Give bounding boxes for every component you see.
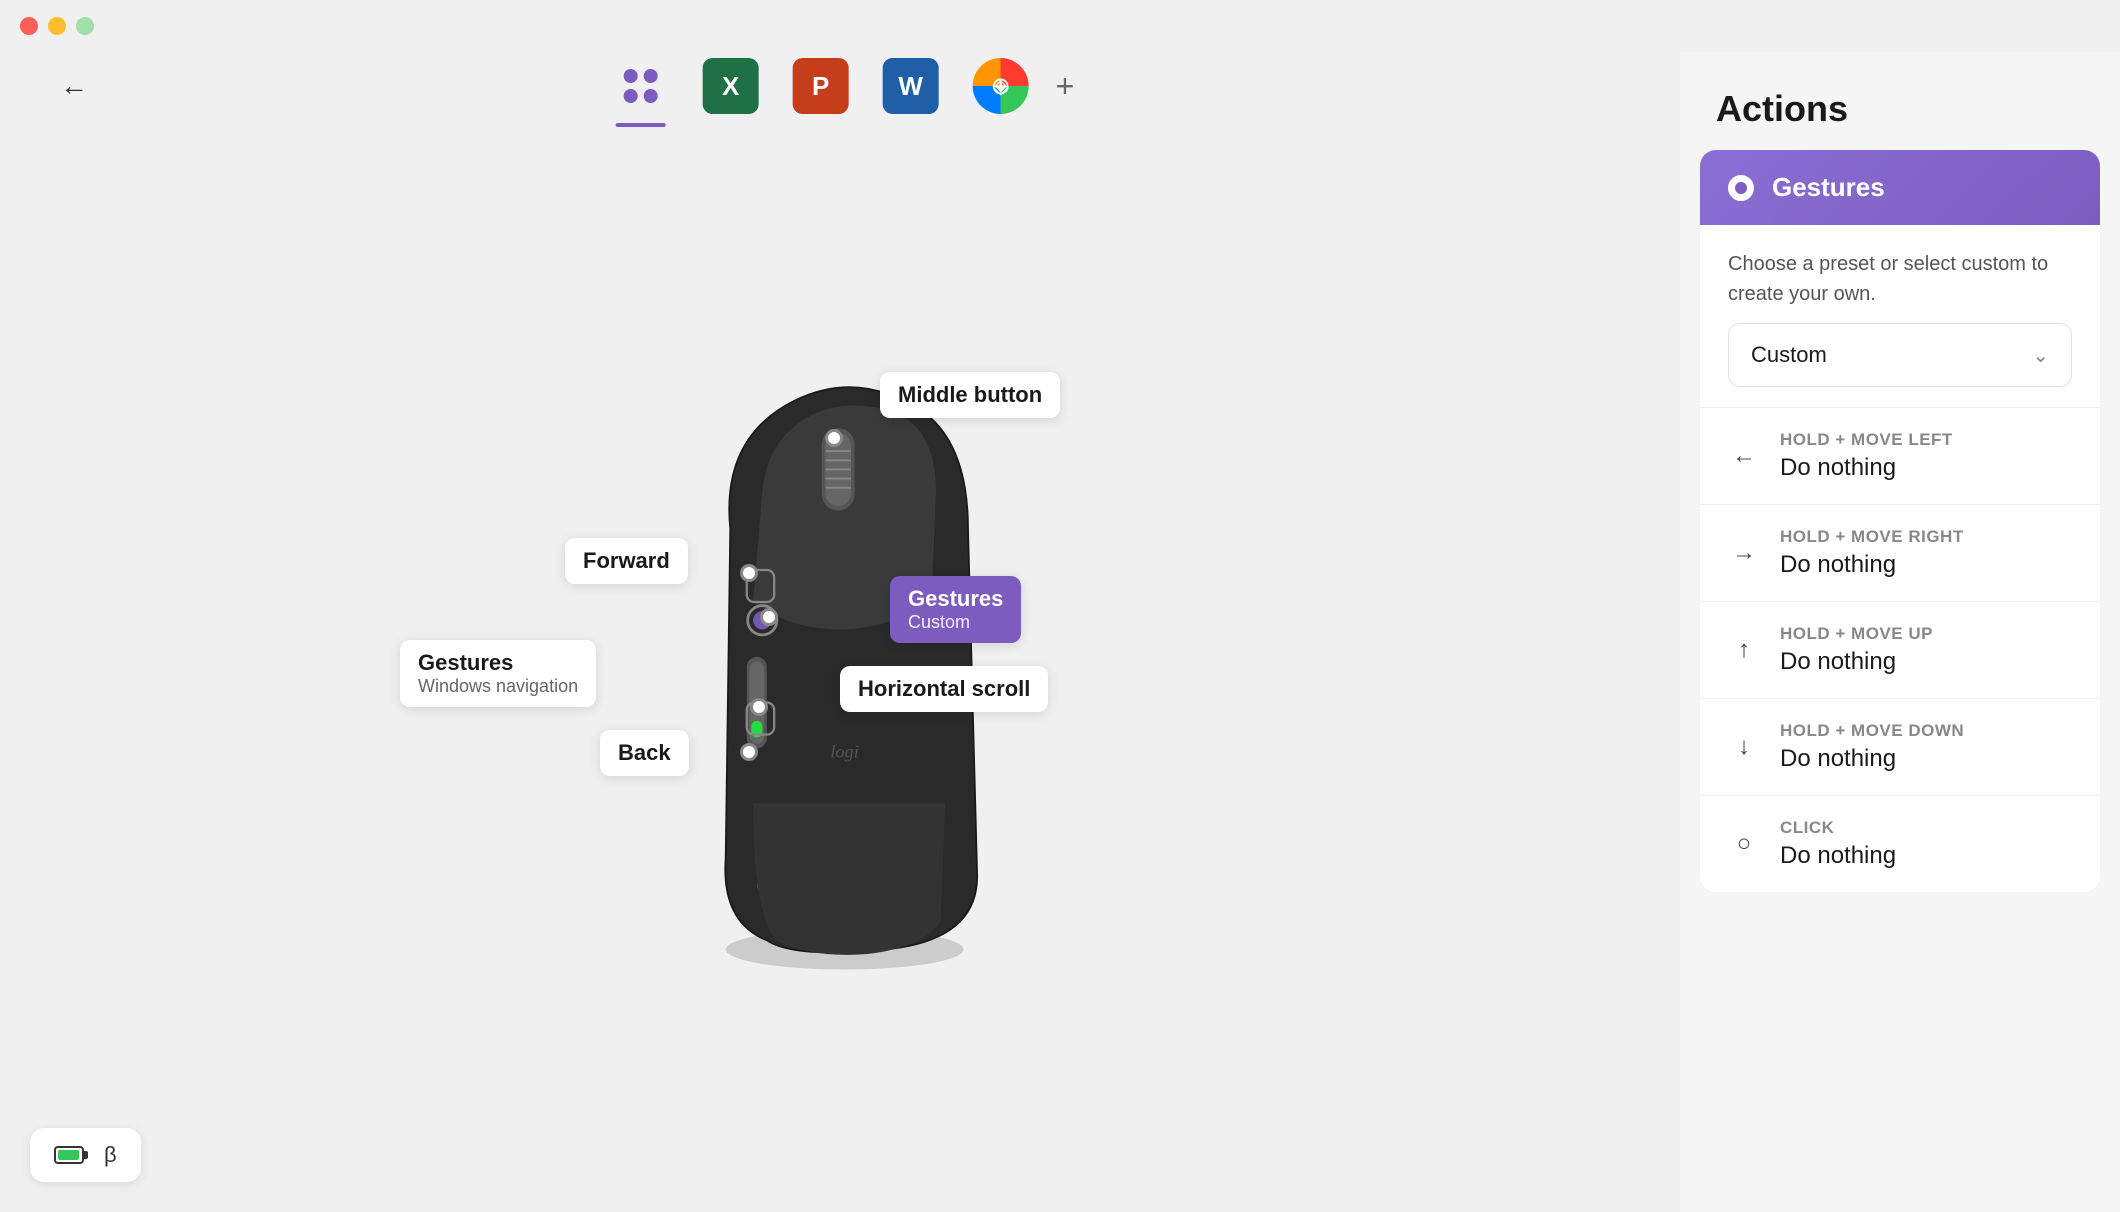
left-panel: ← X P W: [0, 52, 1680, 1212]
powerpoint-icon: P: [793, 58, 849, 114]
mouse-area: logi Middle button: [0, 120, 1680, 1212]
preset-value: Custom: [1751, 342, 1827, 368]
action-text-hold-move-right: HOLD + MOVE RIGHT Do nothing: [1780, 527, 2072, 579]
svg-text:logi: logi: [830, 741, 858, 761]
action-items-list: ← HOLD + MOVE LEFT Do nothing → HOLD + M…: [1700, 407, 2100, 892]
forward-tooltip[interactable]: Forward: [565, 538, 688, 584]
actions-content: Gestures Choose a preset or select custo…: [1680, 150, 2120, 1212]
action-item-hold-move-left[interactable]: ← HOLD + MOVE LEFT Do nothing: [1700, 407, 2100, 504]
action-text-hold-move-down: HOLD + MOVE DOWN Do nothing: [1780, 721, 2072, 773]
action-label-hold-move-down: HOLD + MOVE DOWN: [1780, 721, 2072, 741]
action-icon-hold-move-right: →: [1728, 539, 1760, 567]
action-text-click: CLICK Do nothing: [1780, 818, 2072, 870]
action-item-hold-move-down[interactable]: ↓ HOLD + MOVE DOWN Do nothing: [1700, 698, 2100, 795]
tab-all-apps[interactable]: [606, 52, 676, 121]
bluetooth-icon: β: [104, 1142, 117, 1168]
gestures-radio-inner: [1735, 182, 1747, 194]
gestures-radio[interactable]: [1728, 175, 1754, 201]
action-item-hold-move-right[interactable]: → HOLD + MOVE RIGHT Do nothing: [1700, 504, 2100, 601]
back-connector: [740, 743, 758, 761]
tab-word[interactable]: W: [876, 52, 946, 121]
action-icon-hold-move-down: ↓: [1728, 733, 1760, 761]
horizontal-scroll-tooltip[interactable]: Horizontal scroll: [840, 666, 1048, 712]
safari-icon: ⊕: [973, 58, 1029, 114]
action-value-hold-move-right: Do nothing: [1780, 551, 2072, 579]
add-app-button[interactable]: +: [1056, 68, 1075, 105]
horizontal-scroll-connector: [750, 698, 768, 716]
right-panel: Actions Gestures Choose a preset or sele…: [1680, 52, 2120, 1212]
forward-connector: [740, 564, 758, 582]
action-item-click[interactable]: ○ CLICK Do nothing: [1700, 795, 2100, 892]
action-text-hold-move-up: HOLD + MOVE UP Do nothing: [1780, 624, 2072, 676]
back-button[interactable]: ←: [60, 72, 88, 100]
tab-excel[interactable]: X: [696, 52, 766, 121]
battery-fill: [58, 1150, 79, 1160]
action-label-hold-move-right: HOLD + MOVE RIGHT: [1780, 527, 2072, 547]
nav-tabs: X P W ⊕ +: [606, 52, 1075, 121]
preset-dropdown[interactable]: Custom ⌄: [1728, 323, 2072, 387]
all-apps-grid-icon: [620, 65, 662, 107]
mouse-container: logi Middle button: [590, 346, 1090, 986]
word-icon: W: [883, 58, 939, 114]
action-value-hold-move-down: Do nothing: [1780, 745, 2072, 773]
action-value-hold-move-left: Do nothing: [1780, 454, 2072, 482]
middle-button-tooltip[interactable]: Middle button: [880, 372, 1060, 418]
action-icon-hold-move-up: ↑: [1728, 636, 1760, 664]
action-icon-click: ○: [1728, 830, 1760, 858]
status-bar: β: [30, 1128, 141, 1182]
preset-section: Choose a preset or select custom to crea…: [1700, 225, 2100, 387]
dropdown-arrow-icon: ⌄: [2032, 343, 2049, 368]
titlebar: [0, 0, 2120, 52]
action-value-click: Do nothing: [1780, 842, 2072, 870]
action-icon-hold-move-left: ←: [1728, 442, 1760, 470]
main-layout: ← X P W: [0, 52, 2120, 1212]
action-item-hold-move-up[interactable]: ↑ HOLD + MOVE UP Do nothing: [1700, 601, 2100, 698]
maximize-button[interactable]: [76, 17, 94, 35]
gestures-purple-tooltip: Gestures Custom: [890, 576, 1021, 643]
minimize-button[interactable]: [48, 17, 66, 35]
gestures-plain-tooltip[interactable]: Gestures Windows navigation: [400, 640, 596, 707]
tab-safari[interactable]: ⊕: [966, 52, 1036, 121]
gestures-header-title: Gestures: [1772, 172, 1885, 203]
gestures-card: Gestures Choose a preset or select custo…: [1700, 150, 2100, 892]
back-tooltip[interactable]: Back: [600, 730, 689, 776]
actions-title: Actions: [1680, 52, 2120, 150]
action-value-hold-move-up: Do nothing: [1780, 648, 2072, 676]
preset-description: Choose a preset or select custom to crea…: [1728, 249, 2072, 309]
action-label-hold-move-left: HOLD + MOVE LEFT: [1780, 430, 2072, 450]
close-button[interactable]: [20, 17, 38, 35]
battery-icon: [54, 1146, 84, 1164]
gestures-header[interactable]: Gestures: [1700, 150, 2100, 225]
action-label-click: CLICK: [1780, 818, 2072, 838]
excel-icon: X: [703, 58, 759, 114]
action-text-hold-move-left: HOLD + MOVE LEFT Do nothing: [1780, 430, 2072, 482]
top-nav: ← X P W: [0, 52, 1680, 120]
action-label-hold-move-up: HOLD + MOVE UP: [1780, 624, 2072, 644]
tab-powerpoint[interactable]: P: [786, 52, 856, 121]
